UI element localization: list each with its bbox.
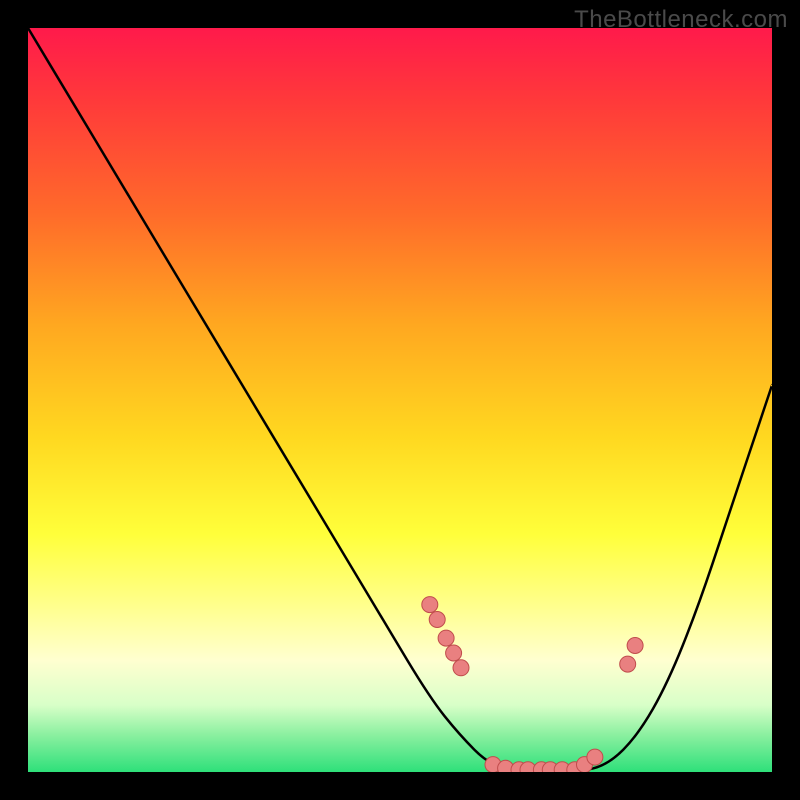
bottleneck-curve — [28, 28, 772, 772]
highlight-dot — [429, 612, 445, 628]
highlight-dot — [627, 638, 643, 654]
plot-area — [28, 28, 772, 772]
highlight-dot — [422, 597, 438, 613]
highlight-dot — [620, 656, 636, 672]
highlight-dots — [422, 597, 643, 772]
highlight-dot — [446, 645, 462, 661]
highlight-dot — [587, 749, 603, 765]
highlight-dot — [453, 660, 469, 676]
chart-frame: TheBottleneck.com — [0, 0, 800, 800]
curve-layer — [28, 28, 772, 772]
highlight-dot — [438, 630, 454, 646]
